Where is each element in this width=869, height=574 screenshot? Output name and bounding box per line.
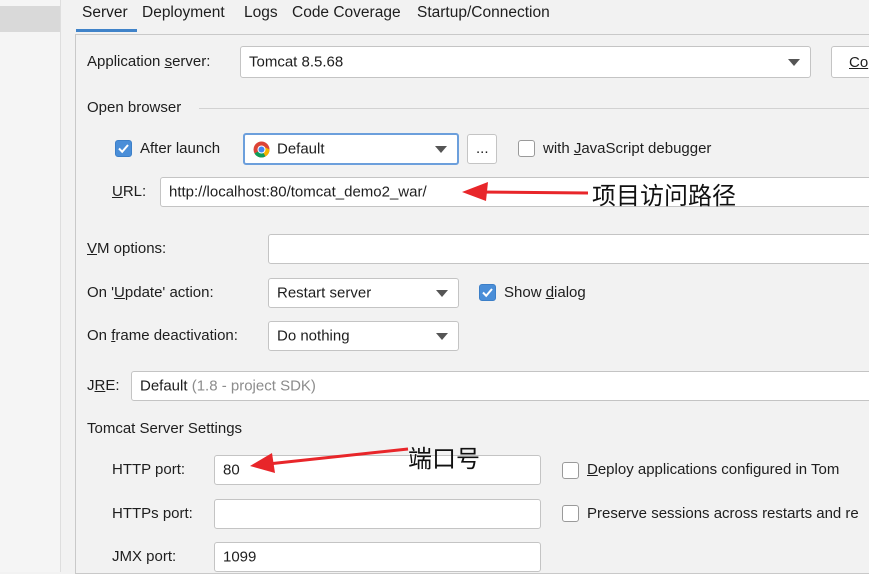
port-annotation-text: 端口号 [408,445,480,473]
annotation-arrows [250,182,589,473]
url-annotation-text: 项目访问路径 [592,182,736,210]
url-annotation-arrow [462,182,589,201]
port-annotation-arrow [250,447,409,473]
